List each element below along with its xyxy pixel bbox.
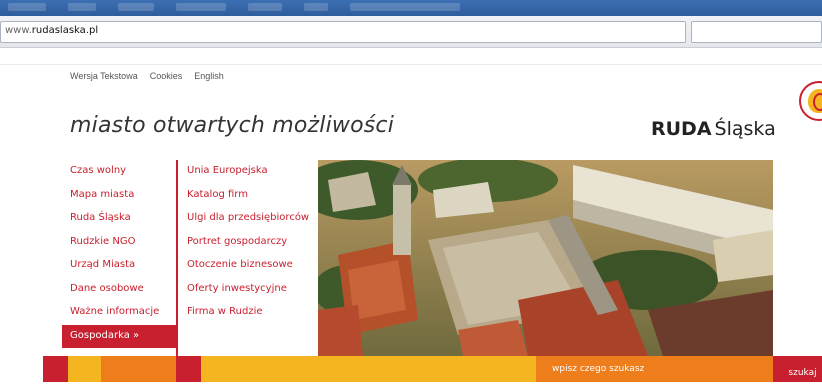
link-text-version[interactable]: Wersja Tekstowa: [70, 71, 138, 81]
hero-illustration: [318, 160, 773, 356]
submenu-item-otoczenie[interactable]: Otoczenie biznesowe: [180, 254, 316, 278]
browser-title-bar: [0, 0, 822, 16]
logo-text-slaska: Śląska: [714, 118, 776, 140]
submenu-item-ulgi[interactable]: Ulgi dla przedsiębiorców: [180, 207, 316, 231]
link-cookies[interactable]: Cookies: [150, 71, 183, 81]
main-menu: Czas wolny Mapa miasta Ruda Śląska Rudzk…: [62, 160, 176, 348]
color-bar-segment: [43, 356, 68, 382]
color-bar-segment: [176, 356, 201, 382]
menu-item-wazne-informacje[interactable]: Ważne informacje: [62, 301, 176, 325]
browser-search-box[interactable]: [691, 21, 822, 43]
browser-menu-item[interactable]: [68, 3, 96, 11]
menu-item-ruda-slaska[interactable]: Ruda Śląska: [62, 207, 176, 231]
color-bar-segment: [201, 356, 536, 382]
search-input[interactable]: wpisz czego szukasz: [552, 364, 644, 374]
browser-menu-item[interactable]: [118, 3, 154, 11]
slogan: miasto otwartych możliwości: [70, 113, 395, 138]
color-bar-segment: [68, 356, 101, 382]
page-divider: [0, 64, 822, 65]
submenu-item-unia-europejska[interactable]: Unia Europejska: [180, 160, 316, 184]
color-bar-segment: [0, 356, 43, 382]
color-bar-segment: [101, 356, 176, 382]
browser-menu-bar: [0, 3, 460, 11]
menu-item-mapa-miasta[interactable]: Mapa miasta: [62, 184, 176, 208]
city-emblem-icon[interactable]: [799, 81, 822, 121]
submenu: Unia Europejska Katalog firm Ulgi dla pr…: [180, 160, 316, 325]
submenu-item-oferty[interactable]: Oferty inwestycyjne: [180, 278, 316, 302]
address-text: www.rudaslaska.pl: [5, 25, 98, 36]
menu-item-rudzkie-ngo[interactable]: Rudzkie NGO: [62, 231, 176, 255]
browser-menu-item[interactable]: [248, 3, 282, 11]
submenu-item-katalog-firm[interactable]: Katalog firm: [180, 184, 316, 208]
browser-menu-item[interactable]: [350, 3, 460, 11]
hero-city-photo: [318, 160, 773, 356]
menu-item-dane-osobowe[interactable]: Dane osobowe: [62, 278, 176, 302]
browser-menu-item[interactable]: [176, 3, 226, 11]
address-prefix: www.: [5, 25, 32, 36]
submenu-item-firma[interactable]: Firma w Rudzie: [180, 301, 316, 325]
menu-item-gospodarka[interactable]: Gospodarka »: [62, 324, 176, 348]
top-links: Wersja Tekstowa Cookies English: [70, 71, 224, 81]
submenu-item-portret[interactable]: Portret gospodarczy: [180, 231, 316, 255]
menu-divider: [176, 160, 178, 356]
address-host: rudaslaska.pl: [31, 25, 99, 36]
browser-menu-item[interactable]: [8, 3, 46, 11]
logo-text-ruda: RUDA: [651, 118, 712, 140]
address-bar[interactable]: www.rudaslaska.pl: [0, 21, 686, 43]
link-english[interactable]: English: [194, 71, 224, 81]
search-button[interactable]: szukaj: [773, 356, 822, 382]
menu-item-urzad-miasta[interactable]: Urząd Miasta: [62, 254, 176, 278]
menu-item-czas-wolny[interactable]: Czas wolny: [62, 160, 176, 184]
site-logo[interactable]: RUDA Śląska: [651, 118, 776, 140]
browser-menu-item[interactable]: [304, 3, 328, 11]
bottom-color-bar: [0, 356, 822, 382]
